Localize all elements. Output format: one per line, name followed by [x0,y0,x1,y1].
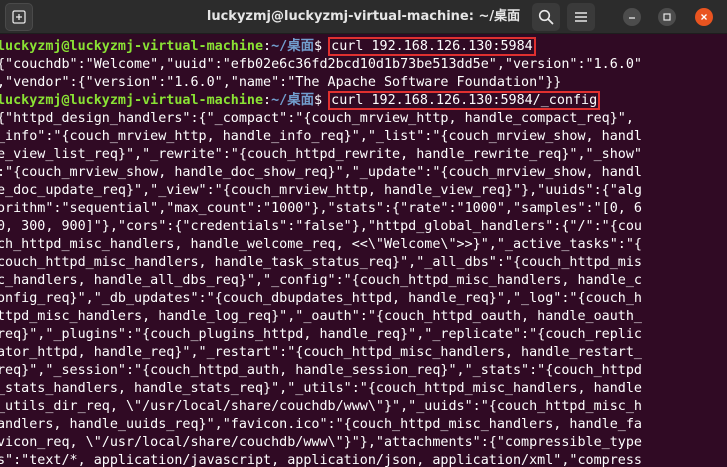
prompt-path: ~/桌面 [271,93,315,108]
maximize-button[interactable] [653,3,681,31]
output-line: andlers, handle_uuids_req}","favicon.ico… [0,417,642,432]
search-button[interactable] [532,3,560,31]
prompt-dollar: $ [314,93,331,108]
menu-button[interactable] [567,3,595,31]
prompt-separator: : [263,93,272,108]
prompt-user-host: luckyzmj@luckyzmj-virtual-machine [0,93,264,108]
output-line: req}","_plugins":"{couch_plugins_httpd, … [0,327,642,342]
output-line: {"couchdb":"Welcome","uuid":"efb02e6c36f… [0,57,642,72]
output-line: ttpd_misc_handlers, handle_log_req}","_o… [0,309,642,324]
terminal-area[interactable]: luckyzmj@luckyzmj-virtual-machine:~/桌面$ … [0,34,727,467]
output-line: e_view_list_req}","_rewrite":"{couch_htt… [0,147,642,162]
prompt-line: luckyzmj@luckyzmj-virtual-machine:~/桌面$ … [0,37,536,56]
output-line: orithm":"sequential","max_count":"1000"}… [0,201,642,216]
prompt-dollar: $ [314,39,331,54]
maximize-icon [663,13,671,21]
output-line: couch_httpd_misc_handlers, handle_task_s… [0,255,642,270]
output-line: vicon_req, \"/usr/local/share/couchdb/ww… [0,435,642,450]
title-bar: luckyzmj@luckyzmj-virtual-machine: ~/桌面 [0,0,727,34]
search-icon [538,9,554,25]
output-line: ,"vendor":{"version":"1.6.0","name":"The… [0,75,562,90]
prompt-separator: : [263,39,272,54]
output-line: ator_httpd, handle_req}","_restart":"{co… [0,345,642,360]
output-line: _stats_handlers, handle_stats_req}","_ut… [0,381,642,396]
command-text: curl 192.168.126.130:5984 [328,37,536,56]
output-line: s":"text/*, application/javascript, appl… [0,453,642,467]
output-line: _utils_dir_req, \"/usr/local/share/couch… [0,399,642,414]
close-icon [701,14,707,20]
output-line: req}","_session":"{couch_httpd_auth, han… [0,363,642,378]
minimize-button[interactable] [618,3,646,31]
output-line: e_doc_update_req}","_view":"{couch_mrvie… [0,183,642,198]
output-line: ch_httpd_misc_handlers, handle_welcome_r… [0,237,642,252]
new-tab-button[interactable] [5,3,33,31]
output-line: :"{couch_mrview_show, handle_doc_show_re… [0,165,642,180]
minimize-icon [629,17,635,19]
output-line: 0, 300, 900]"},"cors":{"credentials":"fa… [0,219,642,234]
output-line: onfig_req}","_db_updates":"{couch_dbupda… [0,291,642,306]
prompt-line: luckyzmj@luckyzmj-virtual-machine:~/桌面$ … [0,91,601,110]
output-line: c_handlers, handle_all_dbs_req}","_confi… [0,273,642,288]
hamburger-menu-icon [575,12,587,22]
prompt-user-host: luckyzmj@luckyzmj-virtual-machine [0,39,264,54]
prompt-path: ~/桌面 [271,39,315,54]
new-tab-icon [12,10,26,24]
close-button[interactable] [690,3,718,31]
output-line: {"httpd_design_handlers":{"_compact":"{c… [0,111,634,126]
command-text: curl 192.168.126.130:5984/_config [328,91,601,110]
output-line: _info":"{couch_mrview_http, handle_info_… [0,129,642,144]
